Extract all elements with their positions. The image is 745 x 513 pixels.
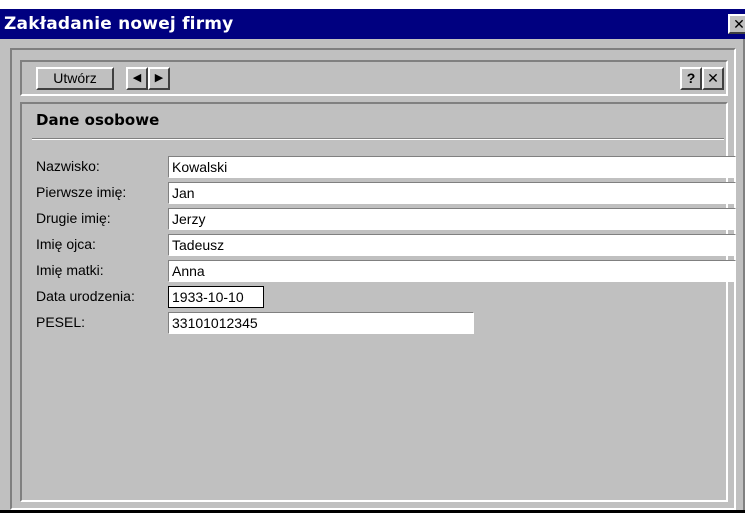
second-name-label: Drugie imię: (36, 210, 111, 226)
mother-name-field[interactable]: Anna (168, 260, 736, 282)
arrow-left-icon: ◀ (132, 72, 142, 84)
dialog-window: Zakładanie nowej firmy ✕ Utwórz ◀ ▶ ? ✕ … (0, 0, 745, 513)
arrow-right-icon: ▶ (154, 72, 164, 84)
dialog-body: Utwórz ◀ ▶ ? ✕ Dane osobowe Nazwisko: Ko… (10, 48, 736, 510)
close-button[interactable]: ✕ (702, 67, 724, 90)
title-bar[interactable]: Zakładanie nowej firmy ✕ (0, 9, 745, 39)
pesel-label: PESEL: (36, 314, 86, 330)
first-name-field[interactable]: Jan (168, 182, 736, 204)
close-window-button[interactable]: ✕ (728, 14, 745, 34)
create-button[interactable]: Utwórz (36, 67, 114, 90)
mother-name-label: Imię matki: (36, 262, 104, 278)
birth-date-label: Data urodzenia: (36, 288, 135, 304)
father-name-label: Imię ojca: (36, 236, 96, 252)
pesel-field[interactable]: 33101012345 (168, 312, 474, 334)
window-title: Zakładanie nowej firmy (4, 14, 234, 34)
father-name-field[interactable]: Tadeusz (168, 234, 736, 256)
close-icon: ✕ (733, 16, 745, 32)
next-button[interactable]: ▶ (148, 67, 170, 90)
second-name-field[interactable]: Jerzy (168, 208, 736, 230)
help-button[interactable]: ? (680, 67, 702, 90)
surname-field[interactable]: Kowalski (168, 156, 736, 178)
section-divider (32, 138, 724, 140)
birth-date-field[interactable]: 1933-10-10 (168, 286, 264, 308)
window-top-edge (0, 0, 745, 9)
toolbar: Utwórz ◀ ▶ ? ✕ (20, 60, 728, 96)
personal-data-panel: Dane osobowe Nazwisko: Kowalski Pierwsze… (20, 102, 736, 502)
first-name-label: Pierwsze imię: (36, 184, 127, 200)
section-title: Dane osobowe (36, 111, 160, 129)
previous-button[interactable]: ◀ (126, 67, 148, 90)
surname-label: Nazwisko: (36, 158, 100, 174)
